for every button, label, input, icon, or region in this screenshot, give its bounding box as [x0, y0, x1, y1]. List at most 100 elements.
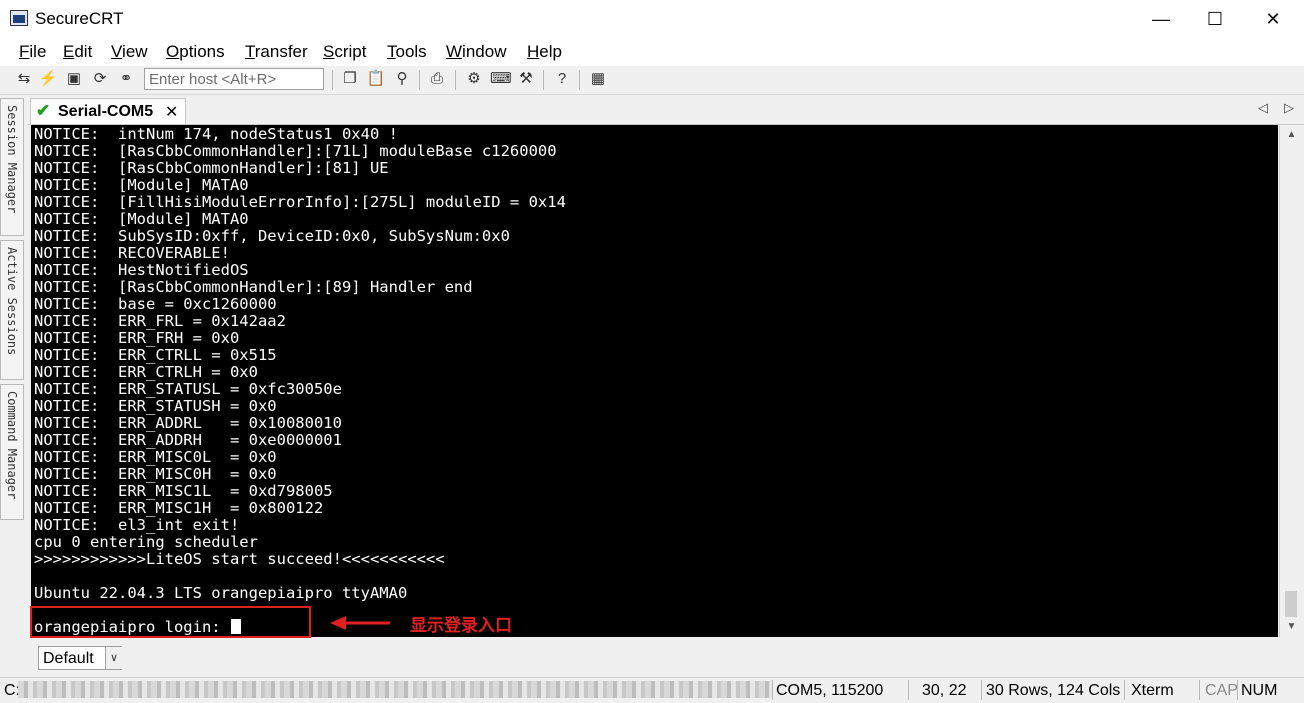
menu-bar: File Edit View Options Transfer Script T… — [0, 38, 1304, 66]
button-bar-select[interactable]: Default ∨ — [38, 646, 122, 670]
menu-transfer[interactable]: Transfer — [245, 42, 308, 62]
terminal-line: NOTICE: ERR_FRH = 0x0 — [34, 330, 239, 347]
terminal-line: NOTICE: HestNotifiedOS — [34, 262, 249, 279]
find-icon[interactable]: ⚲ — [392, 69, 412, 89]
terminal-line-text: >>>>>>>>>>>>LiteOS start succeed!<<<<<<<… — [34, 550, 445, 568]
connect-icon[interactable]: ⇆ — [14, 69, 34, 89]
tab-serial-com5[interactable]: ✔ Serial-COM5 ✕ — [30, 98, 186, 124]
terminal-line: NOTICE: [RasCbbCommonHandler]:[81] UE — [34, 160, 389, 177]
terminal-line-text: NOTICE: HestNotifiedOS — [34, 261, 249, 279]
terminal-line-text: NOTICE: [RasCbbCommonHandler]:[71L] modu… — [34, 142, 557, 160]
terminal-line: NOTICE: [Module] MATA0 — [34, 177, 249, 194]
connect-tab-icon[interactable]: ▣ — [64, 69, 84, 89]
terminal-line: Ubuntu 22.04.3 LTS orangepiaipro ttyAMA0 — [34, 585, 407, 602]
button-bar-selected: Default — [43, 650, 94, 667]
tab-scroll-left-icon[interactable]: ◁ — [1258, 100, 1268, 116]
terminal-line-text: NOTICE: ERR_CTRLL = 0x515 — [34, 346, 277, 364]
status-separator — [1199, 680, 1200, 700]
copy-icon[interactable]: ❐ — [340, 69, 360, 89]
terminal-line-text: NOTICE: ERR_FRL = 0x142aa2 — [34, 312, 286, 330]
menu-tools[interactable]: Tools — [387, 42, 427, 62]
terminal-line-text: NOTICE: ERR_FRH = 0x0 — [34, 329, 240, 347]
terminal-line-text: NOTICE: intNum 174, nodeStatus1 0x40 ! — [34, 125, 398, 143]
securecrt-app-icon — [10, 10, 28, 26]
active-sessions-tab[interactable]: Active Sessions — [0, 240, 24, 380]
terminal-line: NOTICE: ERR_CTRLL = 0x515 — [34, 347, 277, 364]
print-icon[interactable]: ⎙ — [427, 69, 447, 89]
session-options-icon[interactable]: ⚙ — [464, 69, 484, 89]
terminal-line-text: NOTICE: ERR_CTRLH = 0x0 — [34, 363, 258, 381]
menu-window[interactable]: Window — [446, 42, 506, 62]
help-icon[interactable]: ? — [552, 69, 572, 89]
terminal-line: NOTICE: ERR_STATUSH = 0x0 — [34, 398, 277, 415]
terminal-line: cpu 0 entering scheduler — [34, 534, 258, 551]
terminal-line: NOTICE: intNum 174, nodeStatus1 0x40 ! — [34, 126, 398, 143]
terminal-line-text: NOTICE: SubSysID:0xff, DeviceID:0x0, Sub… — [34, 227, 510, 245]
terminal-line: >>>>>>>>>>>>LiteOS start succeed!<<<<<<<… — [34, 551, 445, 568]
terminal-line-text: NOTICE: RECOVERABLE! — [34, 244, 230, 262]
sessions-map-icon[interactable]: ▦ — [588, 69, 608, 89]
status-size: 30 Rows, 124 Cols — [986, 682, 1121, 699]
host-input[interactable] — [144, 68, 324, 90]
terminal-line: NOTICE: ERR_STATUSL = 0xfc30050e — [34, 381, 342, 398]
status-separator — [772, 680, 773, 700]
terminal-line-text: Ubuntu 22.04.3 LTS orangepiaipro ttyAMA0 — [34, 584, 408, 602]
minimize-button[interactable]: — — [1134, 0, 1188, 38]
reconnect-icon[interactable]: ⟳ — [90, 69, 110, 89]
terminal-line: NOTICE: ERR_FRL = 0x142aa2 — [34, 313, 286, 330]
terminal-line-text: NOTICE: [RasCbbCommonHandler]:[89] Handl… — [34, 278, 473, 296]
terminal-line-text: NOTICE: [Module] MATA0 — [34, 176, 249, 194]
session-manager-tab[interactable]: Session Manager — [0, 98, 24, 236]
terminal-line: NOTICE: [FillHisiModuleErrorInfo]:[275L]… — [34, 194, 566, 211]
menu-edit[interactable]: Edit — [63, 42, 92, 62]
terminal-output[interactable]: NOTICE: intNum 174, nodeStatus1 0x40 ! NO… — [31, 125, 1278, 637]
status-separator — [1237, 680, 1238, 700]
title-bar: SecureCRT — ☐ ✕ — [0, 0, 1304, 38]
terminal-line: NOTICE: [RasCbbCommonHandler]:[89] Handl… — [34, 279, 473, 296]
menu-options[interactable]: Options — [166, 42, 225, 62]
terminal-line-text: NOTICE: el3_int exit! — [34, 516, 240, 534]
terminal-line-text: NOTICE: ERR_MISC0H = 0x0 — [34, 465, 277, 483]
terminal-line-text: NOTICE: [Module] MATA0 — [34, 210, 249, 228]
toolbar-separator — [543, 70, 544, 90]
terminal-line-text: NOTICE: ERR_ADDRH = 0xe0000001 — [34, 431, 342, 449]
terminal-line: NOTICE: base = 0xc1260000 — [34, 296, 277, 313]
annotation-arrow-icon — [330, 616, 390, 630]
menu-help[interactable]: Help — [527, 42, 562, 62]
menu-script[interactable]: Script — [323, 42, 366, 62]
close-tab-icon[interactable]: ✕ — [165, 102, 178, 122]
chevron-down-icon[interactable]: ∨ — [105, 647, 122, 669]
terminal-line: NOTICE: ERR_MISC0H = 0x0 — [34, 466, 277, 483]
command-manager-tab[interactable]: Command Manager — [0, 384, 24, 520]
disconnect-icon[interactable]: ⚭ — [116, 69, 136, 89]
status-separator — [1124, 680, 1125, 700]
status-num: NUM — [1241, 682, 1278, 699]
terminal-line: NOTICE: ERR_CTRLH = 0x0 — [34, 364, 258, 381]
terminal-line-text: NOTICE: ERR_MISC1H = 0x800122 — [34, 499, 324, 517]
terminal-line: NOTICE: ERR_ADDRL = 0x10080010 — [34, 415, 342, 432]
terminal-scrollbar[interactable]: ▲ ▼ — [1279, 125, 1303, 637]
window-title: SecureCRT — [35, 9, 124, 28]
tab-label: Serial-COM5 — [58, 103, 154, 120]
status-caps: CAP — [1205, 682, 1238, 699]
status-port: COM5, 115200 — [776, 682, 884, 699]
keymap-icon[interactable]: ⌨ — [490, 69, 512, 89]
terminal-line-text: NOTICE: ERR_MISC0L = 0x0 — [34, 448, 277, 466]
close-button[interactable]: ✕ — [1246, 0, 1300, 38]
tab-scroll-right-icon[interactable]: ▷ — [1284, 100, 1294, 116]
scrollbar-thumb[interactable] — [1285, 591, 1297, 617]
login-highlight-box — [30, 606, 311, 638]
side-panel: Session Manager Active Sessions Command … — [0, 96, 26, 526]
scroll-down-icon[interactable]: ▼ — [1280, 621, 1303, 632]
terminal-line: NOTICE: ERR_MISC1L = 0xd798005 — [34, 483, 333, 500]
paste-icon[interactable]: 📋 — [366, 69, 386, 89]
terminal-line: NOTICE: ERR_MISC1H = 0x800122 — [34, 500, 323, 517]
menu-file[interactable]: File — [19, 42, 46, 62]
quick-connect-icon[interactable]: ⚡ — [38, 69, 58, 89]
maximize-button[interactable]: ☐ — [1188, 0, 1242, 38]
menu-view[interactable]: View — [111, 42, 148, 62]
terminal-line: NOTICE: [Module] MATA0 — [34, 211, 249, 228]
terminal-line-text: NOTICE: ERR_ADDRL = 0x10080010 — [34, 414, 342, 432]
scroll-up-icon[interactable]: ▲ — [1280, 129, 1303, 140]
sftp-icon[interactable]: ⚒ — [516, 69, 536, 89]
